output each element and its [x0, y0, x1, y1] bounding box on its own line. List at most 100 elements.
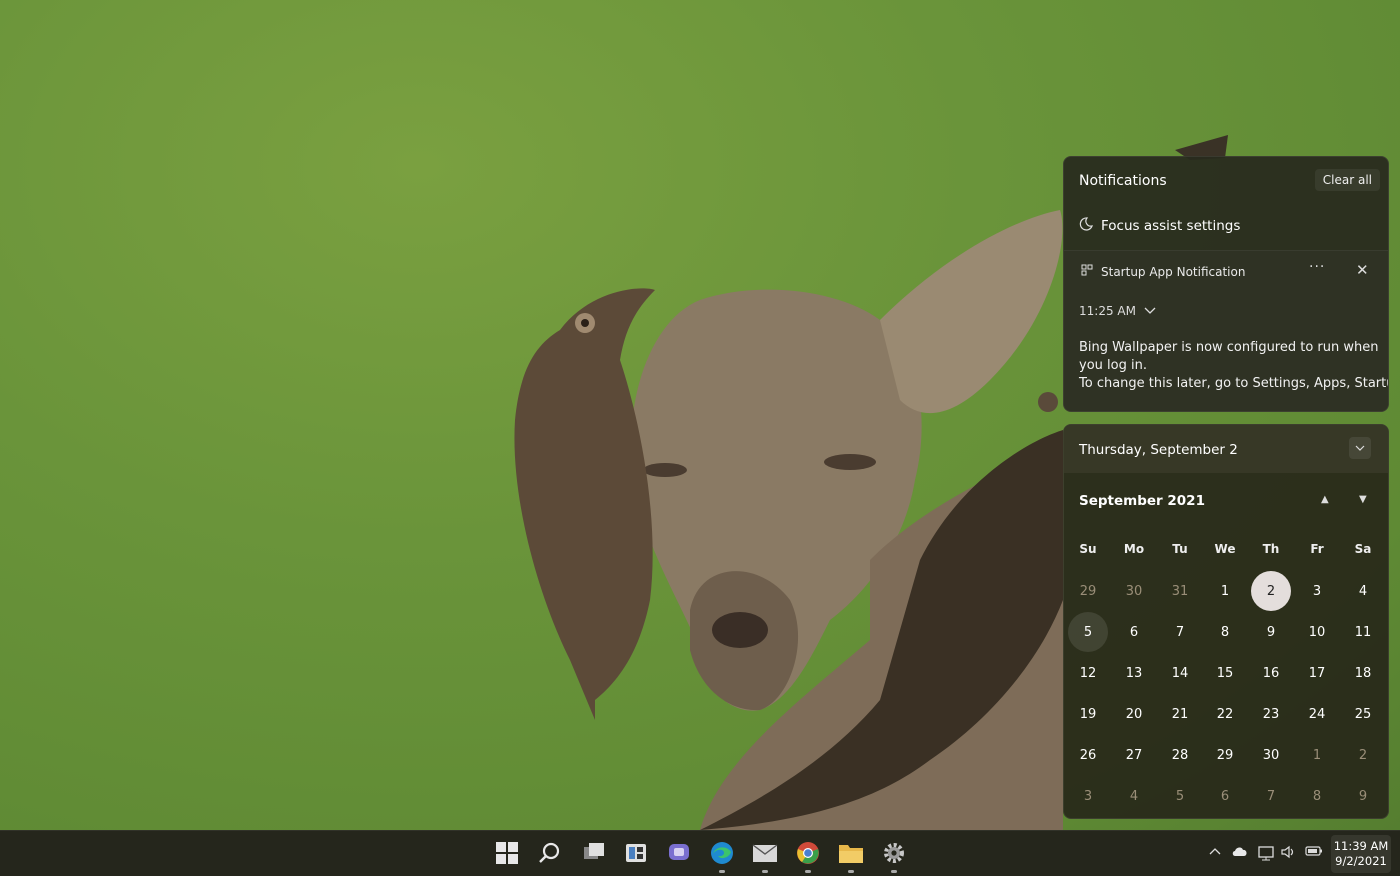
calendar-day[interactable]: 20 [1114, 694, 1154, 734]
calendar-day[interactable]: 5 [1068, 612, 1108, 652]
focus-assist-label: Focus assist settings [1101, 218, 1241, 234]
weekday-label: Mo [1123, 542, 1145, 556]
startup-app-toast[interactable]: Startup App Notification ··· ✕ 11:25 AM … [1064, 250, 1389, 411]
mail-icon[interactable] [751, 839, 779, 867]
widgets-icon[interactable] [622, 839, 650, 867]
calendar-day[interactable]: 28 [1160, 735, 1200, 775]
calendar-day[interactable]: 6 [1205, 776, 1245, 816]
show-hidden-icons-button[interactable] [1209, 845, 1221, 859]
taskbar: 11:39 AM 9/2/2021 [0, 830, 1400, 876]
calendar-day[interactable]: 22 [1205, 694, 1245, 734]
search-icon[interactable] [536, 839, 564, 867]
settings-icon[interactable] [880, 839, 908, 867]
toast-message: Bing Wallpaper is now configured to run … [1079, 339, 1389, 393]
running-indicator [762, 870, 768, 873]
calendar-day[interactable]: 18 [1343, 653, 1383, 693]
calendar-day[interactable]: 2 [1343, 735, 1383, 775]
calendar-day[interactable]: 8 [1205, 612, 1245, 652]
weekday-label: Su [1079, 542, 1097, 556]
toast-more-options-button[interactable]: ··· [1309, 259, 1325, 275]
onedrive-icon[interactable] [1231, 845, 1249, 860]
toast-close-button[interactable]: ✕ [1356, 261, 1369, 279]
calendar-day[interactable]: 17 [1297, 653, 1337, 693]
battery-icon[interactable] [1305, 845, 1323, 860]
toast-app-name: Startup App Notification [1101, 264, 1246, 279]
calendar-day[interactable]: 3 [1068, 776, 1108, 816]
calendar-day[interactable]: 23 [1251, 694, 1291, 734]
triangle-up-icon: ▲ [1321, 494, 1329, 505]
calendar-day[interactable]: 24 [1297, 694, 1337, 734]
moon-icon [1079, 217, 1093, 235]
calendar-day[interactable]: 4 [1114, 776, 1154, 816]
calendar-day[interactable]: 31 [1160, 571, 1200, 611]
chrome-icon[interactable] [794, 839, 822, 867]
toast-time-expander[interactable]: 11:25 AM [1079, 304, 1156, 318]
calendar-day[interactable]: 19 [1068, 694, 1108, 734]
calendar-day[interactable]: 13 [1114, 653, 1154, 693]
calendar-day-today[interactable]: 2 [1251, 571, 1291, 611]
running-indicator [891, 870, 897, 873]
clear-all-button[interactable]: Clear all [1314, 169, 1380, 191]
notification-center: Notifications Clear all Focus assist set… [1063, 156, 1389, 412]
calendar-day[interactable]: 1 [1205, 571, 1245, 611]
calendar-day[interactable]: 8 [1297, 776, 1337, 816]
calendar-day[interactable]: 1 [1297, 735, 1337, 775]
chat-icon[interactable] [665, 839, 693, 867]
network-icon[interactable] [1257, 845, 1275, 864]
weekday-label: Th [1262, 542, 1280, 556]
calendar-day[interactable]: 11 [1343, 612, 1383, 652]
weekday-label: Fr [1310, 542, 1324, 556]
triangle-down-icon: ▼ [1359, 494, 1367, 505]
calendar-day[interactable]: 30 [1114, 571, 1154, 611]
calendar-day[interactable]: 7 [1251, 776, 1291, 816]
calendar-day[interactable]: 27 [1114, 735, 1154, 775]
calendar-day[interactable]: 4 [1343, 571, 1383, 611]
calendar-day[interactable]: 25 [1343, 694, 1383, 734]
calendar-day[interactable]: 9 [1343, 776, 1383, 816]
weekday-label: Tu [1172, 542, 1188, 556]
previous-month-button[interactable]: ▲ [1321, 494, 1329, 505]
focus-assist-settings-link[interactable]: Focus assist settings [1079, 217, 1240, 235]
app-grid-icon [1081, 264, 1093, 279]
taskbar-clock[interactable]: 11:39 AM 9/2/2021 [1331, 835, 1391, 873]
toast-body-line: Bing Wallpaper is now configured to run … [1079, 340, 1379, 355]
calendar-day[interactable]: 30 [1251, 735, 1291, 775]
toast-body-line: To change this later, go to Settings, Ap… [1079, 376, 1389, 391]
calendar-day[interactable]: 12 [1068, 653, 1108, 693]
calendar-day[interactable]: 6 [1114, 612, 1154, 652]
clock-date: 9/2/2021 [1335, 854, 1387, 868]
calendar-day[interactable]: 29 [1205, 735, 1245, 775]
task-view-icon[interactable] [580, 839, 608, 867]
weekday-label: Sa [1354, 542, 1372, 556]
edge-icon[interactable] [708, 839, 736, 867]
calendar-day[interactable]: 16 [1251, 653, 1291, 693]
calendar-day[interactable]: 29 [1068, 571, 1108, 611]
calendar-day[interactable]: 7 [1160, 612, 1200, 652]
running-indicator [848, 870, 854, 873]
calendar-day[interactable]: 5 [1160, 776, 1200, 816]
calendar-day[interactable]: 21 [1160, 694, 1200, 734]
weekday-label: We [1214, 542, 1236, 556]
calendar-flyout: Thursday, September 2 September 2021 ▲ ▼… [1063, 424, 1389, 819]
calendar-day[interactable]: 10 [1297, 612, 1337, 652]
clock-time: 11:39 AM [1333, 839, 1389, 853]
start-icon[interactable] [493, 839, 521, 867]
calendar-current-date: Thursday, September 2 [1079, 442, 1238, 458]
chevron-down-icon [1144, 304, 1156, 318]
calendar-collapse-button[interactable] [1349, 437, 1371, 459]
calendar-header: Thursday, September 2 [1064, 425, 1388, 473]
calendar-day[interactable]: 26 [1068, 735, 1108, 775]
calendar-day[interactable]: 15 [1205, 653, 1245, 693]
chevron-up-icon [1209, 848, 1221, 855]
volume-icon[interactable] [1280, 845, 1296, 862]
next-month-button[interactable]: ▼ [1359, 494, 1367, 505]
toast-time: 11:25 AM [1079, 304, 1136, 318]
calendar-day[interactable]: 9 [1251, 612, 1291, 652]
running-indicator [719, 870, 725, 873]
calendar-day[interactable]: 3 [1297, 571, 1337, 611]
file-explorer-icon[interactable] [837, 839, 865, 867]
calendar-month-label[interactable]: September 2021 [1079, 493, 1205, 509]
chevron-down-icon [1355, 445, 1365, 451]
calendar-day[interactable]: 14 [1160, 653, 1200, 693]
toast-app-header: Startup App Notification [1081, 264, 1245, 279]
